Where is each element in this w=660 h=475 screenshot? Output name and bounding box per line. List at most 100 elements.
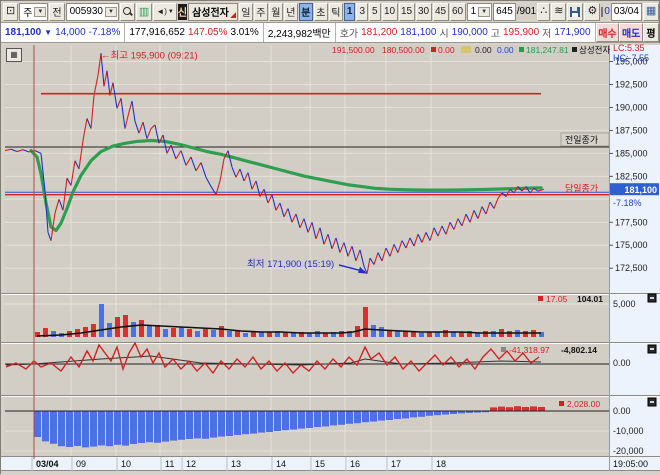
quote-summary: 호가 181,200 181,100 시 190,000 고 195,900 저… [336, 23, 596, 42]
bid-price: 181,100 [400, 27, 436, 38]
volume-bar [315, 331, 320, 337]
value-summary: 2,243,982백만 [264, 23, 336, 42]
volume-bar [107, 323, 112, 337]
save-button[interactable] [567, 3, 583, 21]
current-pct-label: -7.18% [613, 198, 642, 208]
volume-bar [523, 331, 528, 337]
current-price-box-label: 181,100 [624, 185, 657, 195]
strength-tick-label: 0.00 [613, 406, 631, 416]
strength-bar [114, 411, 121, 445]
trade-value: 2,243,982백만 [268, 25, 331, 40]
tab-week[interactable]: 주 [254, 3, 268, 21]
points-tool-button[interactable]: ∴ [537, 3, 550, 21]
strength-bar [50, 411, 57, 444]
interval-3[interactable]: 3 [356, 3, 368, 21]
strength-bar [314, 411, 321, 427]
quote-label: 호가 [340, 25, 358, 40]
strength-bar [250, 411, 257, 434]
volume-bar [147, 326, 152, 337]
chevron-down-icon: ▼ [34, 7, 46, 17]
strength-bar [322, 411, 329, 426]
chart-tool-button[interactable]: ▦ [6, 48, 22, 62]
strength-bar [226, 411, 233, 436]
strength-bar [410, 411, 417, 417]
strength-bar [298, 411, 305, 429]
tab-month[interactable]: 월 [269, 3, 283, 21]
chart-canvas[interactable]: 195,000192,500190,000187,500185,000182,5… [1, 43, 660, 475]
tab-year[interactable]: 년 [284, 3, 298, 21]
interval-1[interactable]: 1 [344, 3, 356, 21]
time-axis-panel [1, 457, 660, 471]
ask-price: 181,200 [361, 27, 397, 38]
strength-bar [130, 411, 137, 444]
price-legend-item: 181,247.81 [526, 45, 569, 55]
buy-button[interactable]: 매수 [596, 23, 620, 42]
info-bar: 181,100 ▼ 14,000 -7.18% 177,916,652 147.… [1, 23, 659, 43]
popup-icon[interactable]: ⊡ [3, 3, 18, 21]
chart-window: ⊡ 주▼ 전 005930▼ ▥ ◄)▼ 신 삼성전자◢ 일 주 월 년 분 초… [0, 0, 660, 474]
sell-button[interactable]: 매도 [619, 23, 643, 42]
strength-bar [386, 411, 393, 420]
volume-bar [395, 331, 400, 337]
volume-bar [243, 333, 248, 337]
tab-day[interactable]: 일 [239, 3, 253, 21]
search-button[interactable] [120, 3, 135, 21]
corner-triangle-icon: ◢ [230, 12, 235, 19]
strength-bar [242, 411, 249, 434]
down-arrow-icon: ▼ [44, 28, 52, 37]
strength-bar [362, 411, 369, 422]
volume-bar [371, 325, 376, 337]
strength-bar [354, 411, 361, 423]
gear-icon: ⚙ [587, 6, 597, 17]
chart-type-combo[interactable]: 주▼ [19, 3, 48, 21]
low-price: 171,900 [554, 27, 590, 38]
volume-bar [339, 331, 344, 337]
open-label: 시 [439, 25, 448, 40]
trendline-tool-button[interactable]: ≋ [551, 3, 566, 21]
strength-bar [210, 411, 217, 438]
sound-button[interactable]: ◄)▼ [153, 3, 177, 21]
green-tool-button[interactable]: ▥ [136, 3, 152, 21]
interval-45[interactable]: 45 [433, 3, 449, 21]
price-tick-label: 192,500 [615, 79, 648, 89]
pane-collapse-glyph [650, 297, 654, 299]
zero-checkbox-label: 0 [604, 6, 610, 17]
tab-second[interactable]: 초 [314, 3, 328, 21]
chevron-down-icon: ▼ [168, 9, 174, 15]
interval-combo[interactable]: 1▼ [467, 3, 493, 21]
time-axis-label: 03/04 [36, 459, 59, 469]
strength-bar [74, 411, 81, 446]
chart-region[interactable]: 195,000192,500190,000187,500185,000182,5… [1, 43, 660, 475]
date-field[interactable]: 03/04 [611, 3, 642, 21]
time-axis-label: 16 [350, 459, 360, 469]
interval-15[interactable]: 15 [399, 3, 415, 21]
strength-bar [234, 411, 241, 435]
volume-bar [283, 333, 288, 337]
bar-count-field[interactable]: 645 [493, 3, 516, 21]
volume-legend-value: 17.05 [546, 294, 568, 304]
strength-bar [434, 411, 441, 415]
strength-bar [154, 411, 161, 443]
interval-60[interactable]: 60 [450, 3, 466, 21]
calendar-button[interactable]: ▦ [643, 3, 659, 21]
strength-bar [258, 411, 265, 433]
strength-bar [306, 411, 313, 428]
strength-bar [394, 411, 401, 419]
strength-bar [34, 411, 41, 437]
time-axis-label: 18 [436, 459, 446, 469]
strength-bar [378, 411, 385, 421]
flat-button[interactable]: 평 [643, 23, 659, 42]
interval-combo-value: 1 [471, 6, 477, 17]
jeon-button[interactable]: 전 [49, 3, 64, 21]
settings-button[interactable]: ⚙ [584, 3, 600, 21]
time-axis-label: 13 [231, 459, 241, 469]
tab-tick[interactable]: 틱 [329, 3, 343, 21]
interval-30[interactable]: 30 [416, 3, 432, 21]
interval-10[interactable]: 10 [382, 3, 398, 21]
zero-checkbox[interactable] [601, 7, 603, 17]
volume-bar [363, 307, 368, 337]
interval-5[interactable]: 5 [369, 3, 381, 21]
tab-minute[interactable]: 분 [299, 3, 313, 21]
strength-bar [98, 411, 105, 445]
stock-code-combo[interactable]: 005930▼ [66, 3, 119, 21]
